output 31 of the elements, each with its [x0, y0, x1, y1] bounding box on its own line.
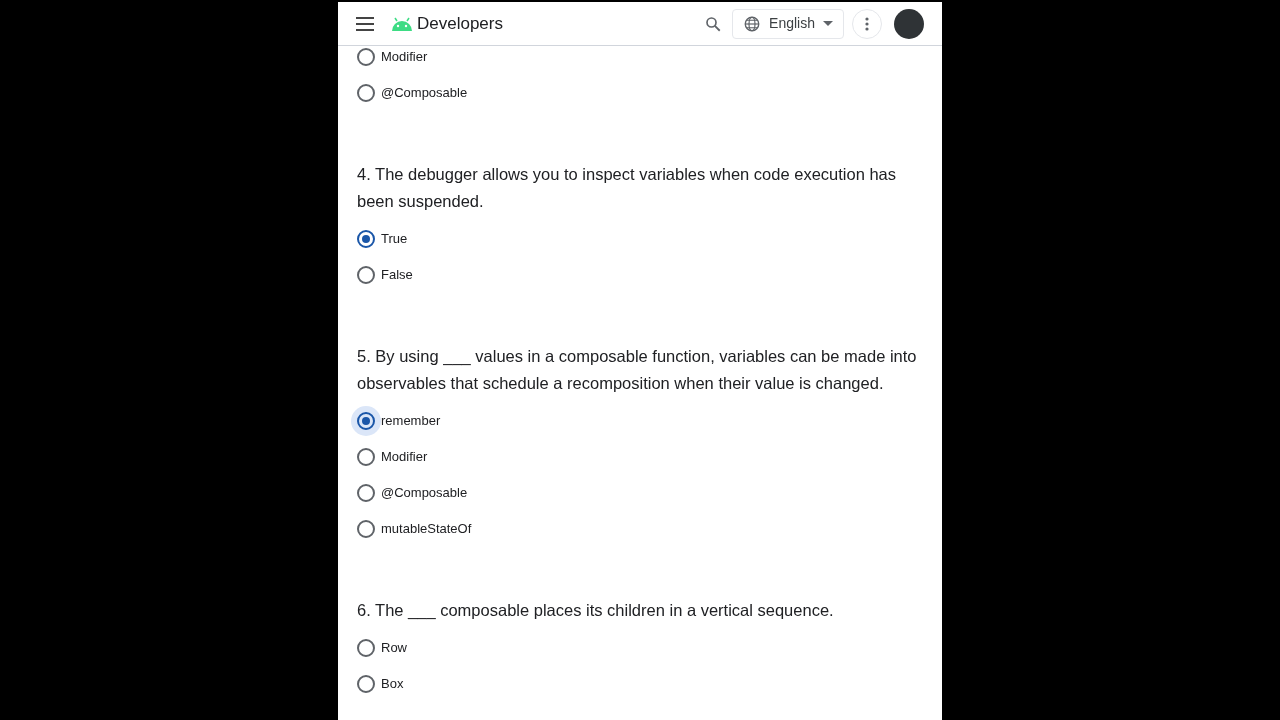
language-button[interactable]: English: [732, 8, 844, 39]
option-label: mutableStateOf: [381, 520, 472, 539]
search-icon[interactable]: [704, 14, 723, 33]
option-label: Row: [381, 639, 407, 658]
question-text: 6. The ___ composable places its children in a vertical sequence.: [357, 600, 835, 622]
radio-button[interactable]: [357, 84, 375, 102]
radio-button[interactable]: [357, 266, 375, 284]
radio-button[interactable]: [357, 412, 375, 430]
option-label: True: [381, 230, 408, 249]
radio-button[interactable]: [357, 230, 375, 248]
menu-icon[interactable]: [356, 16, 374, 31]
option-label: Box: [381, 675, 404, 694]
radio-button[interactable]: [357, 484, 375, 502]
option-label: Modifier: [381, 448, 428, 467]
globe-icon: [743, 14, 762, 33]
option-label: @Composable: [381, 484, 468, 503]
option-label: Modifier: [381, 48, 428, 67]
radio-button[interactable]: [357, 448, 375, 466]
option-label: remember: [381, 412, 441, 431]
question-text: 5. By using ___ values in a composable function, variables can be made into observables that schedule a recomposition when their value is changed.: [357, 346, 918, 394]
radio-button[interactable]: [357, 48, 375, 66]
avatar[interactable]: [894, 8, 924, 39]
more-icon: [865, 16, 869, 31]
radio-button[interactable]: [357, 639, 375, 657]
brand-link[interactable]: Developers: [417, 10, 503, 37]
question-text: 4. The debugger allows you to inspect variables when code execution has been suspended.: [357, 164, 898, 212]
caret-icon: [823, 21, 833, 26]
option-label: @Composable: [381, 84, 468, 103]
radio-button[interactable]: [357, 675, 375, 693]
radio-button[interactable]: [357, 520, 375, 538]
option-label: False: [381, 266, 413, 285]
